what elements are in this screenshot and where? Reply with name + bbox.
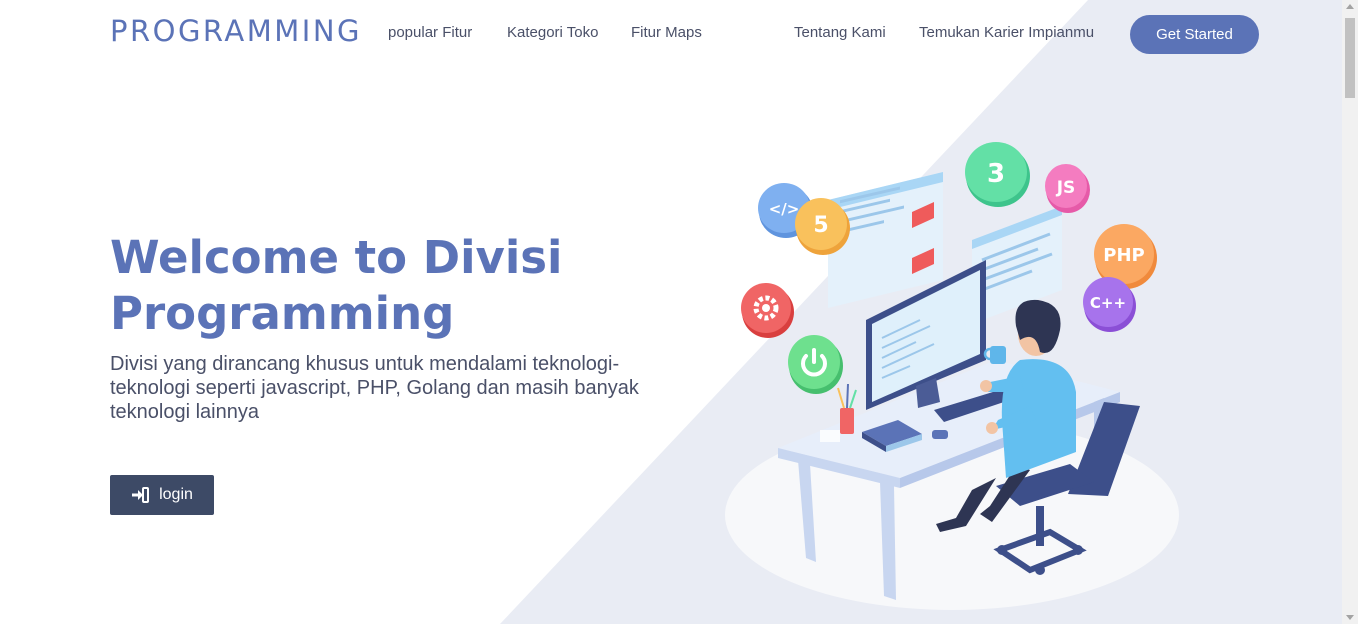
cpp-badge-label: C++ (1090, 294, 1126, 312)
paper (820, 430, 840, 442)
mouse (932, 430, 948, 439)
nav-link-temukan-karier[interactable]: Temukan Karier Impianmu (919, 24, 1094, 41)
scroll-down-arrow-icon[interactable] (1346, 615, 1354, 620)
scroll-up-arrow-icon[interactable] (1346, 4, 1354, 9)
gear-badge (741, 283, 794, 338)
code-badge-label: </> (769, 200, 800, 218)
nav-link-kategori-toko[interactable]: Kategori Toko (507, 24, 598, 41)
top-navbar: PROGRAMMING popular Fitur Kategori Toko … (0, 0, 1342, 68)
get-started-button[interactable]: Get Started (1130, 15, 1259, 54)
sign-in-icon (132, 487, 150, 503)
html5-badge-label: 5 (813, 213, 828, 238)
javascript-badge: JS (1045, 164, 1090, 213)
php-badge-label: PHP (1103, 245, 1144, 266)
developer-illustration: </> 5 3 JS PHP C++ (725, 142, 1179, 610)
login-button-label: login (159, 486, 193, 503)
css3-badge: 3 (965, 142, 1030, 207)
javascript-badge-label: JS (1056, 178, 1076, 198)
nav-link-popular-fitur[interactable]: popular Fitur (388, 24, 472, 41)
power-badge (788, 335, 843, 394)
hero-subtitle: Divisi yang dirancang khusus untuk menda… (110, 353, 639, 423)
nav-link-fitur-maps[interactable]: Fitur Maps (631, 24, 702, 41)
pencil-cup (837, 383, 857, 434)
coffee-mug (983, 346, 1006, 364)
nav-link-tentang-kami[interactable]: Tentang Kami (794, 24, 886, 41)
css3-badge-label: 3 (987, 159, 1005, 189)
brand-logo[interactable]: PROGRAMMING (110, 14, 362, 48)
hero-title: Welcome to Divisi Programming (110, 231, 563, 340)
page-scrollbar[interactable] (1342, 0, 1358, 624)
login-button[interactable]: login (110, 475, 214, 515)
scrollbar-thumb[interactable] (1345, 18, 1355, 98)
